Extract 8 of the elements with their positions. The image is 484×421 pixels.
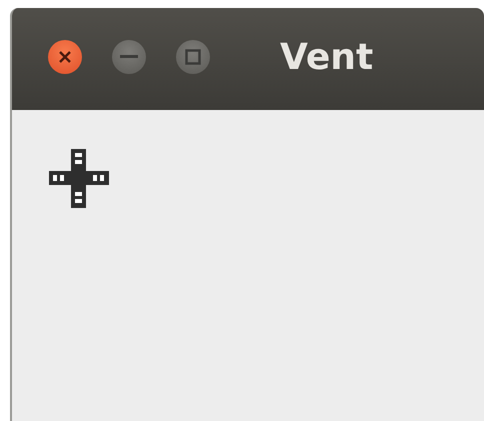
maximize-icon — [185, 49, 201, 65]
minimize-button[interactable] — [112, 40, 146, 74]
window-title: Vent — [280, 36, 374, 78]
move-cross-icon — [49, 149, 109, 208]
maximize-button[interactable] — [176, 40, 210, 74]
close-button[interactable] — [48, 40, 82, 74]
minimize-icon — [120, 55, 138, 59]
close-icon — [58, 50, 72, 64]
